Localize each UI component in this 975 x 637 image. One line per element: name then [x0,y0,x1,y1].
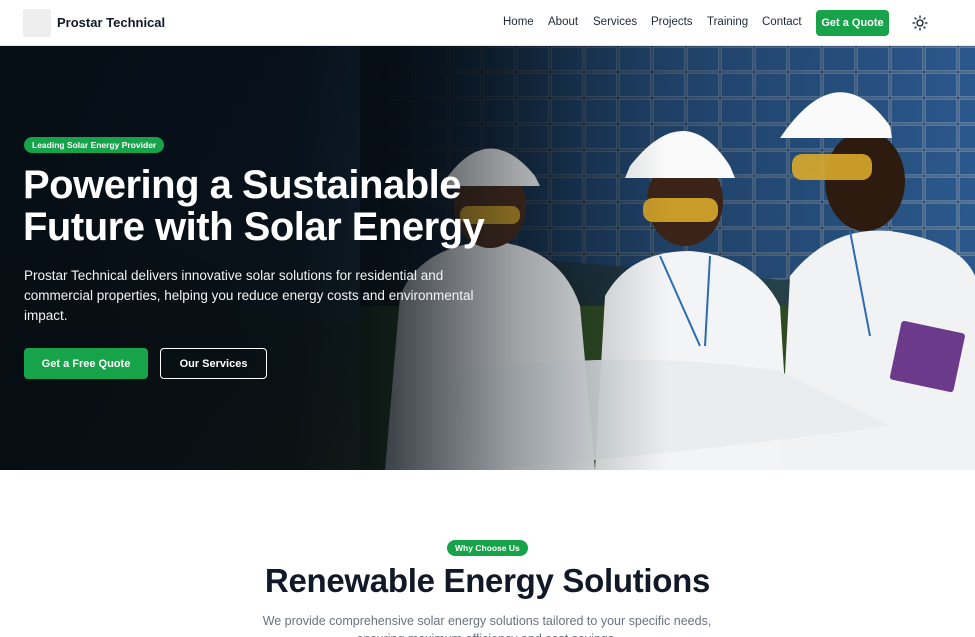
section-badge: Why Choose Us [447,540,528,556]
nav-link-about[interactable]: About [548,16,578,28]
hero-title: Powering a Sustainable Future with Solar… [23,163,485,249]
hero-description: Prostar Technical delivers innovative so… [24,268,474,323]
navbar: Prostar Technical Home About Services Pr… [0,0,975,46]
our-services-button[interactable]: Our Services [160,348,267,379]
nav-link-contact[interactable]: Contact [762,16,802,28]
get-quote-button[interactable]: Get a Quote [816,10,889,36]
nav-link-services[interactable]: Services [593,16,637,28]
nav-link-home[interactable]: Home [503,16,534,28]
section-title: Renewable Energy Solutions [264,562,711,599]
engineers-photo [360,46,975,470]
logo-image[interactable] [23,9,51,37]
nav-link-training[interactable]: Training [707,16,748,28]
section-description: We provide comprehensive solar energy so… [262,614,712,637]
sun-icon[interactable] [912,15,928,31]
free-quote-button[interactable]: Get a Free Quote [24,348,148,379]
hero-badge: Leading Solar Energy Provider [24,137,165,153]
hero-section: Leading Solar Energy Provider Powering a… [0,46,975,470]
brand-name[interactable]: Prostar Technical [57,15,165,30]
nav-link-projects[interactable]: Projects [651,16,693,28]
